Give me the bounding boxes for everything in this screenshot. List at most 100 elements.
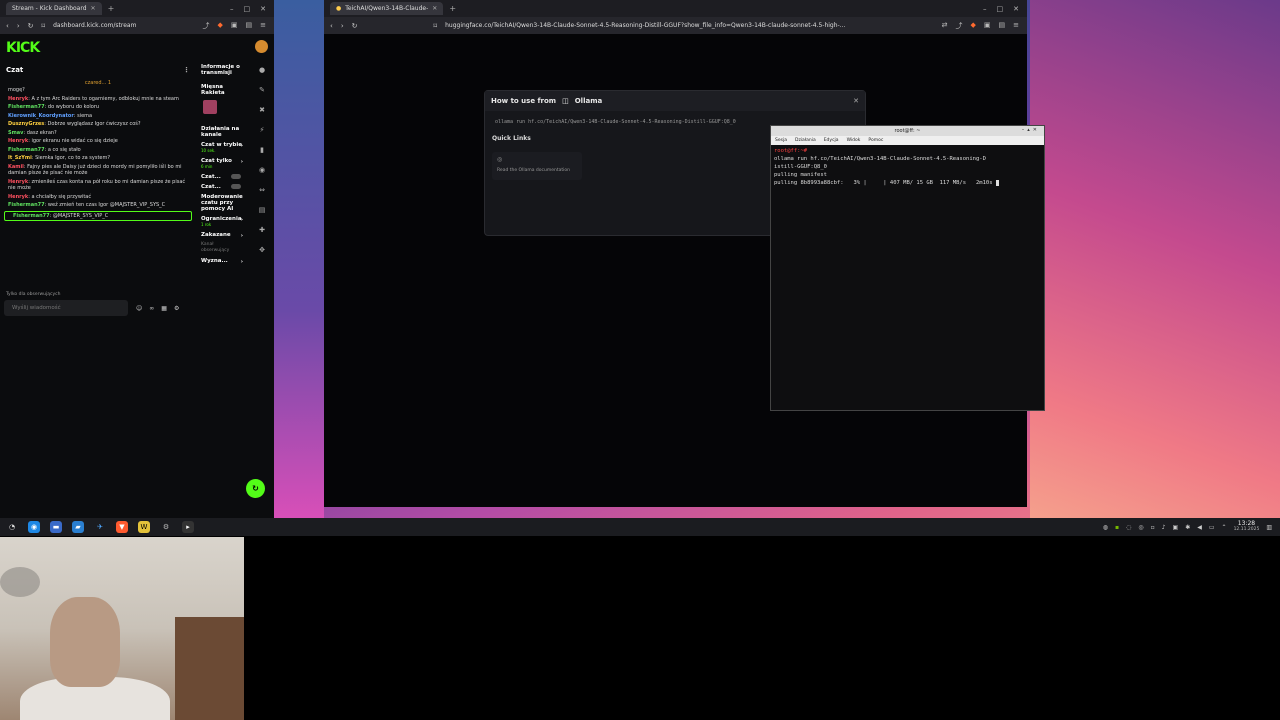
expand-tray-icon[interactable]: ⌃ — [1222, 524, 1227, 531]
desktop-icon[interactable]: ▬ — [50, 521, 62, 533]
terminal-menu-item[interactable]: Działania — [795, 138, 816, 143]
bookmark-icon[interactable]: ⌑ — [42, 22, 46, 30]
chat-username[interactable]: Fisherman77 — [8, 202, 45, 208]
sidebar-icon[interactable]: ▣ — [984, 21, 991, 31]
forward-icon[interactable]: › — [17, 22, 20, 30]
toggle-switch[interactable] — [231, 184, 241, 189]
chat-username[interactable]: Smav — [8, 130, 23, 136]
menu-icon[interactable]: ≡ — [1013, 21, 1019, 31]
chat-username[interactable]: Kamil — [8, 164, 24, 170]
ai-moderation-item[interactable]: Moderowanie czatu przy pomocy AI — [197, 192, 247, 214]
chromium-icon[interactable]: ◉ — [28, 521, 40, 533]
edit-icon[interactable]: ✎ — [259, 86, 265, 94]
steam-icon[interactable]: ◎ — [1138, 524, 1143, 531]
system-settings-icon[interactable]: ⚙ — [160, 521, 172, 533]
calendar-icon[interactable]: ▦ — [161, 305, 167, 312]
forward-icon[interactable]: › — [341, 22, 344, 30]
share-icon[interactable]: ⤴ — [955, 21, 962, 31]
chat-username[interactable]: Fisherman77 — [8, 104, 45, 110]
chat-message[interactable]: Kamil: Fajny pies ale Daisy już dzieci d… — [0, 163, 196, 178]
chat-username[interactable]: Fisherman77 — [13, 213, 50, 219]
chat-username[interactable]: Fisherman77 — [8, 147, 45, 153]
kde-connect-icon[interactable]: ✈ — [94, 521, 106, 533]
sidebar-icon[interactable]: ▣ — [231, 21, 238, 31]
wallet-icon[interactable]: ▤ — [246, 21, 253, 31]
chat-message[interactable]: Fisherman77: weź zmień ten czas Igor @MA… — [0, 201, 196, 210]
followers-only-item[interactable]: Czat tylko 6 min › — [197, 156, 247, 172]
display-icon[interactable]: ▭ — [1209, 524, 1215, 531]
kick-logo[interactable]: KICK — [6, 40, 40, 56]
chat-message[interactable]: Henryk: zmieniłeś czas konta na pół roku… — [0, 178, 196, 193]
brave-shield-icon[interactable]: ◆ — [217, 21, 222, 31]
chat-message[interactable]: Henryk: A z tym Arc Raiders to ogarniemy… — [0, 95, 196, 104]
close-tab-icon[interactable]: ✕ — [432, 5, 437, 12]
channel-item[interactable]: Mięsna Rakieta — [197, 82, 247, 98]
chat-username[interactable]: It_SzYmi — [8, 155, 32, 161]
app-launcher-icon[interactable]: ◔ — [6, 521, 18, 533]
terminal-window-controls[interactable]: –▴✕ — [1022, 127, 1040, 133]
chat-message[interactable]: It_SzYmi: Siemka Igor, co to za system? — [0, 154, 196, 163]
hf-tab[interactable]: ● TeichAI/Qwen3-14B-Claude- ✕ — [330, 2, 444, 15]
audio-icon[interactable]: ♪ — [1162, 524, 1166, 531]
hf-url[interactable]: huggingface.co/TeichAI/Qwen3-14B-Claude-… — [445, 22, 845, 29]
bluetooth-icon[interactable]: ✱ — [1185, 524, 1190, 531]
kick-tab[interactable]: Stream - Kick Dashboard ✕ — [6, 2, 102, 15]
nvidia-icon[interactable]: ▪ — [1115, 524, 1119, 531]
terminal-output[interactable]: root@ff:~# ollama run hf.co/TeichAI/Qwen… — [771, 145, 1044, 189]
chat-message[interactable]: Fisherman77: a co się stało — [0, 146, 196, 155]
new-tab-icon[interactable]: + — [108, 4, 115, 13]
bookmark-icon[interactable]: ⌑ — [434, 22, 438, 30]
bookmark-side-icon[interactable]: ▮ — [260, 146, 264, 154]
info-icon[interactable]: ● — [259, 66, 265, 74]
gamepad-icon[interactable]: ✥ — [259, 246, 265, 254]
slow-mode-item[interactable]: Czat w trybie 10 sek. › — [197, 140, 247, 156]
more-options-icon[interactable]: ⋮ — [183, 66, 190, 74]
chat-username[interactable]: Henryk — [8, 96, 28, 102]
toggle-switch[interactable] — [231, 174, 241, 179]
reload-icon[interactable]: ↻ — [28, 22, 34, 30]
bolt-icon[interactable]: ⚡ — [260, 126, 265, 134]
chat-username[interactable]: Kierownik_Koordynator — [8, 113, 74, 119]
clipboard-icon[interactable]: ▫ — [1151, 524, 1155, 531]
kick-action-button[interactable]: ↻ — [246, 479, 265, 498]
wrench-icon[interactable]: ✚ — [259, 226, 265, 234]
ban-icon[interactable]: ✖ — [259, 106, 265, 114]
konsole-icon[interactable]: ▸ — [182, 521, 194, 533]
chat-message[interactable]: Fisherman77: @MAJSTER_SYS_VIP_C — [4, 210, 192, 221]
chat-message[interactable]: Smav: dasz ekran? — [0, 129, 196, 138]
chat-username[interactable]: Henryk — [8, 138, 28, 144]
chat-message[interactable]: Henryk: a chciałby się przywitać — [0, 193, 196, 202]
clock[interactable]: 13:28 12.11.2025 — [1234, 521, 1260, 533]
close-modal-icon[interactable]: ✕ — [853, 97, 859, 105]
close-window-icon[interactable]: ✕ — [260, 5, 266, 13]
terminal-menu-item[interactable]: Sesja — [775, 138, 787, 143]
close-tab-icon[interactable]: ✕ — [91, 5, 96, 12]
chat-message[interactable]: Kierownik_Koordynator: siema — [0, 112, 196, 121]
chat-username[interactable]: DusznyGrzes — [8, 121, 44, 127]
brave-shield-icon[interactable]: ◆ — [970, 21, 975, 31]
screen-icon[interactable]: ▣ — [1173, 524, 1179, 531]
translate-icon[interactable]: ⇄ — [942, 21, 948, 31]
settings-icon[interactable]: ⚙ — [174, 305, 179, 312]
ollama-docs-link[interactable]: ◎ Read the Ollama documentation — [492, 152, 582, 180]
volume-icon[interactable]: ◀ — [1197, 524, 1202, 531]
terminal-menu-item[interactable]: Pomoc — [868, 138, 883, 143]
terminal-menu-item[interactable]: Edycja — [824, 138, 839, 143]
user-avatar[interactable] — [255, 40, 268, 53]
chat-bubble-icon[interactable]: ◉ — [259, 166, 265, 174]
chat-toggle-a[interactable]: Czat... — [197, 172, 247, 182]
code-icon[interactable]: ⇔ — [259, 186, 265, 194]
limits-item[interactable]: Ograniczenia 1 rok › — [197, 214, 247, 230]
reload-icon[interactable]: ↻ — [352, 22, 358, 30]
wine-icon[interactable]: W — [138, 521, 150, 533]
chat-message[interactable]: mogę? — [0, 86, 196, 95]
brave-browser-icon[interactable]: ▼ — [116, 521, 128, 533]
chat-username[interactable]: Henryk — [8, 179, 28, 185]
chat-message[interactable]: Fisherman77: do wyboru do koloru — [0, 103, 196, 112]
new-tab-icon[interactable]: + — [449, 4, 456, 13]
show-desktop-icon[interactable]: ▥ — [1266, 524, 1272, 531]
chat-message-input[interactable]: Wyślij wiadomość — [4, 300, 128, 316]
maximize-icon[interactable]: □ — [244, 5, 251, 13]
sync-icon[interactable]: ◌ — [1126, 524, 1131, 531]
terminal-menu-item[interactable]: Widok — [847, 138, 861, 143]
